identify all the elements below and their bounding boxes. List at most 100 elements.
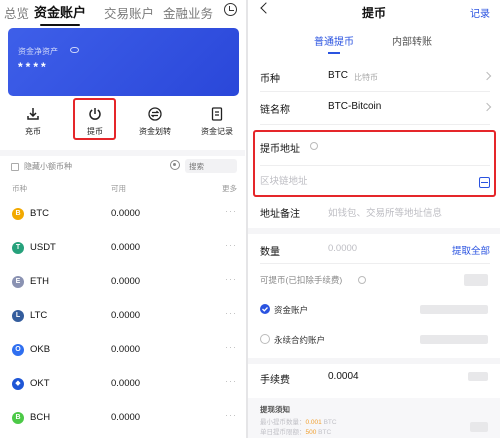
page-title: 提币 xyxy=(361,6,386,20)
coin-search-input[interactable]: 搜索 xyxy=(185,159,237,173)
notes-line-2: 单日提币限额：500 BTC xyxy=(260,426,331,436)
coin-amount: 0.0000 xyxy=(111,412,141,423)
fee-extra-redacted xyxy=(468,372,488,381)
table-header: 币种 可用 更多 xyxy=(0,181,245,195)
record-icon xyxy=(211,107,223,121)
action-bar: 充币 提币 资金划转 资金记录 xyxy=(0,104,245,144)
withdraw-highlight-box xyxy=(73,98,116,140)
withdraw-all-button[interactable]: 提取全部 xyxy=(452,243,490,257)
memo-input[interactable]: 如钱包、交易所等地址信息 xyxy=(328,205,442,219)
chain-field-value: BTC-Bitcoin xyxy=(328,101,382,112)
okb-icon: O xyxy=(12,344,24,356)
amount-input[interactable]: 0.0000 xyxy=(328,243,357,254)
field-divider xyxy=(260,263,490,264)
ltc-icon: L xyxy=(12,310,24,322)
amount-field: 数量 0.0000 提取全部 xyxy=(248,238,500,264)
coin-symbol: BTC xyxy=(30,208,49,219)
deposit-button[interactable]: 充币 xyxy=(8,104,58,142)
coin-row-usdt[interactable]: T USDT 0.0000 ··· xyxy=(0,232,245,266)
hide-small-label: 隐藏小额币种 xyxy=(24,162,72,171)
memo-field: 地址备注 如钱包、交易所等地址信息 xyxy=(248,200,500,226)
deposit-label: 充币 xyxy=(25,127,41,136)
withdrawable-label: 可提币(已扣除手续费) xyxy=(260,275,343,285)
more-icon[interactable]: ··· xyxy=(225,308,237,318)
filter-row: 隐藏小额币种 搜索 xyxy=(0,156,245,180)
withdraw-header: 提币 记录 xyxy=(248,0,500,24)
coin-amount: 0.0000 xyxy=(111,208,141,219)
asset-card: 资金净资产 **** xyxy=(8,28,239,96)
tab-funding-account[interactable]: 资金账户 xyxy=(34,2,86,26)
tab-trading-account[interactable]: 交易账户 xyxy=(104,3,154,22)
account-option-funding[interactable]: 资金账户 xyxy=(248,300,500,320)
transfer-button[interactable]: 资金划转 xyxy=(130,104,180,142)
amount-field-label: 数量 xyxy=(260,247,280,258)
coin-row-btc[interactable]: B BTC 0.0000 ··· xyxy=(0,198,245,232)
fee-label: 手续费 xyxy=(260,375,290,386)
coin-field-subtitle: 比特币 xyxy=(354,73,378,82)
section-separator xyxy=(248,228,500,234)
coin-row-ltc[interactable]: L LTC 0.0000 ··· xyxy=(0,300,245,334)
notes-line-1: 最小提币数量：0.001 BTC xyxy=(260,416,337,426)
account-perpetual-balance-redacted xyxy=(420,335,488,344)
info-icon[interactable] xyxy=(358,276,366,284)
withdraw-notes: 提现须知 最小提币数量：0.001 BTC 单日提币限额：500 BTC xyxy=(248,398,500,438)
coin-symbol: ETH xyxy=(30,276,49,287)
withdraw-tabs: 普通提币 内部转账 xyxy=(248,30,500,54)
withdrawable-row: 可提币(已扣除手续费) xyxy=(248,270,500,292)
bch-icon: B xyxy=(12,412,24,424)
eth-icon: E xyxy=(12,276,24,288)
account-option-perpetual[interactable]: 永续合约账户 xyxy=(248,330,500,350)
coin-amount: 0.0000 xyxy=(111,378,141,389)
hide-small-checkbox[interactable] xyxy=(11,163,19,171)
notes-line-2-unit: BTC xyxy=(318,429,332,436)
coin-symbol: OKB xyxy=(30,344,51,355)
filter-settings-icon[interactable] xyxy=(170,160,180,170)
notes-icon-redacted xyxy=(470,422,488,432)
coin-amount: 0.0000 xyxy=(111,242,141,253)
col-coin: 币种 xyxy=(12,184,27,193)
account-funding-balance-redacted xyxy=(420,305,488,314)
more-icon[interactable]: ··· xyxy=(225,274,237,284)
more-icon[interactable]: ··· xyxy=(225,376,237,386)
radio-unchecked-icon xyxy=(260,334,270,344)
tab-financial-services[interactable]: 金融业务 xyxy=(163,3,213,22)
col-available: 可用 xyxy=(111,184,126,193)
clock-icon[interactable] xyxy=(224,3,237,16)
more-icon[interactable]: ··· xyxy=(225,240,237,250)
notes-title: 提现须知 xyxy=(260,405,290,414)
okt-icon: ◆ xyxy=(12,378,24,390)
coin-row-eth[interactable]: E ETH 0.0000 ··· xyxy=(0,266,245,300)
notes-line-2-value: 500 xyxy=(305,429,317,436)
top-tab-bar: 总览 资金账户 交易账户 金融业务 xyxy=(0,0,245,26)
chain-selector[interactable]: 链名称 BTC-Bitcoin xyxy=(248,93,500,121)
records-link[interactable]: 记录 xyxy=(470,5,490,20)
account-funding-label: 资金账户 xyxy=(274,305,309,315)
col-more: 更多 xyxy=(222,184,237,193)
chain-field-label: 链名称 xyxy=(260,105,290,116)
net-assets-value: **** xyxy=(18,60,49,74)
withdraw-screen: 提币 记录 普通提币 内部转账 币种 BTC 比特币 链名称 BTC-Bitco… xyxy=(248,0,500,438)
section-separator xyxy=(248,358,500,364)
deposit-icon xyxy=(27,108,39,120)
eye-icon[interactable] xyxy=(70,47,79,53)
more-icon[interactable]: ··· xyxy=(225,410,237,420)
coin-amount: 0.0000 xyxy=(111,310,141,321)
fund-record-button[interactable]: 资金记录 xyxy=(192,104,242,142)
fee-value: 0.0004 xyxy=(328,371,359,382)
tab-internal-transfer[interactable]: 内部转账 xyxy=(392,33,432,48)
address-highlight-box xyxy=(253,130,496,197)
coin-field-label: 币种 xyxy=(260,74,280,85)
usdt-icon: T xyxy=(12,242,24,254)
coin-row-okt[interactable]: ◆ OKT 0.0000 ··· xyxy=(0,368,245,402)
more-icon[interactable]: ··· xyxy=(225,206,237,216)
coin-amount: 0.0000 xyxy=(111,276,141,287)
coin-symbol: USDT xyxy=(30,242,56,253)
field-divider xyxy=(260,124,490,125)
more-icon[interactable]: ··· xyxy=(225,342,237,352)
coin-selector[interactable]: 币种 BTC 比特币 xyxy=(248,62,500,90)
tab-normal-withdraw[interactable]: 普通提币 xyxy=(314,33,354,54)
memo-field-label: 地址备注 xyxy=(260,209,300,220)
coin-row-bch[interactable]: B BCH 0.0000 ··· xyxy=(0,402,245,436)
coin-row-okb[interactable]: O OKB 0.0000 ··· xyxy=(0,334,245,368)
tab-overview[interactable]: 总览 xyxy=(4,3,29,22)
